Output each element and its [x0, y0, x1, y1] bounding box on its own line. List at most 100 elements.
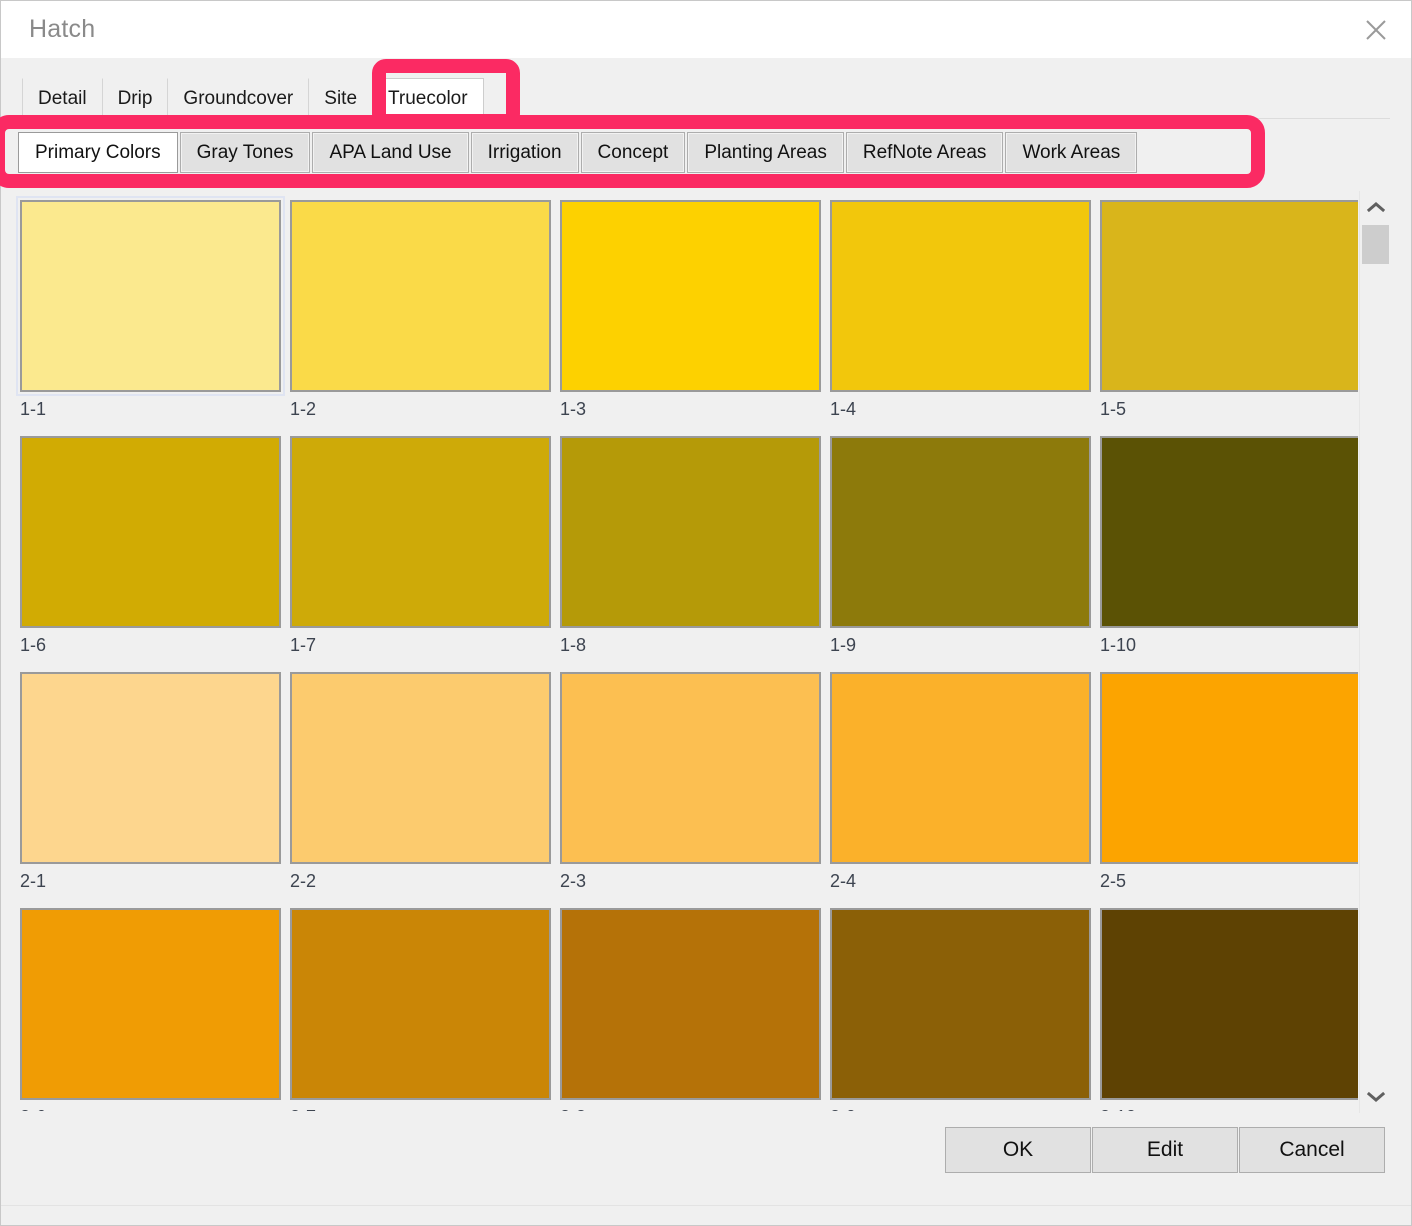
tab-groundcover-label: Groundcover: [183, 88, 294, 109]
color-swatch[interactable]: [1100, 200, 1358, 392]
color-swatch[interactable]: [830, 200, 1091, 392]
color-swatch-label: 2-6: [20, 1108, 290, 1111]
footer-button-group: OK Edit Cancel: [945, 1127, 1385, 1173]
color-swatch-cell[interactable]: 1-7: [290, 436, 560, 672]
sub-tab-gray-tones-label: Gray Tones: [196, 141, 294, 163]
color-swatch-cell[interactable]: 1-10: [1100, 436, 1358, 672]
footer-divider: [1, 1205, 1411, 1206]
color-swatch-cell[interactable]: 1-5: [1100, 200, 1358, 436]
color-swatch-label: 1-5: [1100, 399, 1127, 419]
color-swatch-cell[interactable]: 2-1: [20, 672, 290, 908]
color-swatch-label: 1-2: [290, 399, 317, 419]
color-swatch-label: 1-8: [560, 635, 587, 655]
color-swatch[interactable]: [20, 908, 281, 1100]
color-swatch[interactable]: [20, 436, 281, 628]
tab-truecolor-label: Truecolor: [388, 87, 468, 109]
color-swatch-label: 2-5: [1100, 871, 1127, 891]
color-swatch[interactable]: [560, 908, 821, 1100]
color-swatch-cell[interactable]: 2-6: [20, 908, 290, 1111]
hatch-dialog: Hatch Detail Drip Groundcover Site Truec…: [0, 0, 1412, 1226]
color-swatch[interactable]: [830, 436, 1091, 628]
sub-tab-planting-areas[interactable]: Planting Areas: [687, 132, 844, 173]
color-swatch-grid: 1-1 1-2 1-3 1-4 1-5 1-6 1-7 1-8 1-9 1-10 2-1 2-2 2-3…: [16, 196, 1358, 1111]
close-icon[interactable]: [1341, 1, 1411, 58]
sub-tab-work-areas[interactable]: Work Areas: [1005, 132, 1138, 173]
color-swatch[interactable]: [290, 200, 551, 392]
ok-button-label: OK: [1002, 1138, 1034, 1161]
color-swatch-cell[interactable]: 1-9: [830, 436, 1100, 672]
color-swatch-label: 1-7: [290, 635, 317, 655]
sub-tab-apa-land-use-label: APA Land Use: [329, 141, 452, 163]
color-swatch-label: 2-2: [290, 871, 317, 891]
color-swatch[interactable]: [830, 908, 1091, 1100]
color-swatch-cell[interactable]: 2-5: [1100, 672, 1358, 908]
sub-tab-gray-tones[interactable]: Gray Tones: [179, 132, 311, 173]
color-swatch-cell[interactable]: 1-2: [290, 200, 560, 436]
cancel-button-label: Cancel: [1279, 1138, 1345, 1161]
chevron-up-icon[interactable]: [1360, 191, 1391, 223]
sub-tab-work-areas-label: Work Areas: [1022, 141, 1121, 163]
tab-groundcover[interactable]: Groundcover: [167, 78, 310, 119]
color-swatch-cell[interactable]: 1-1: [16, 196, 290, 436]
color-swatch-label: 1-3: [560, 399, 587, 419]
color-swatch-label: 2-4: [830, 871, 857, 891]
tab-site[interactable]: Site: [308, 78, 374, 119]
color-swatch-cell[interactable]: 1-6: [20, 436, 290, 672]
dialog-footer: OK Edit Cancel: [1, 1115, 1411, 1225]
cancel-button[interactable]: Cancel: [1239, 1127, 1385, 1173]
vertical-scrollbar[interactable]: [1359, 191, 1390, 1113]
sub-tab-list: Primary Colors Gray Tones APA Land Use I…: [18, 132, 1138, 173]
scrollbar-thumb[interactable]: [1362, 225, 1389, 264]
main-tab-strip: Detail Drip Groundcover Site Truecolor: [1, 58, 1411, 119]
color-swatch[interactable]: [1100, 908, 1358, 1100]
sub-tab-concept-label: Concept: [597, 141, 669, 163]
color-swatch-cell[interactable]: 2-3: [560, 672, 830, 908]
sub-tab-irrigation[interactable]: Irrigation: [470, 132, 579, 173]
sub-tab-concept[interactable]: Concept: [580, 132, 686, 173]
edit-button[interactable]: Edit: [1092, 1127, 1238, 1173]
color-swatch[interactable]: [830, 672, 1091, 864]
color-swatch[interactable]: [290, 908, 551, 1100]
sub-tab-refnote-areas-label: RefNote Areas: [862, 141, 987, 163]
color-swatch[interactable]: [1100, 436, 1358, 628]
ok-button[interactable]: OK: [945, 1127, 1091, 1173]
title-bar: Hatch: [1, 1, 1411, 58]
color-swatch-cell[interactable]: 1-3: [560, 200, 830, 436]
tab-drip-label: Drip: [117, 88, 153, 109]
color-swatch-label: 1-1: [20, 399, 47, 419]
tab-drip[interactable]: Drip: [101, 78, 169, 119]
window-title: Hatch: [29, 15, 96, 43]
color-swatch[interactable]: [1100, 672, 1358, 864]
color-swatch[interactable]: [20, 672, 281, 864]
tab-truecolor[interactable]: Truecolor: [372, 78, 484, 119]
color-swatch-cell[interactable]: 2-4: [830, 672, 1100, 908]
chevron-down-icon[interactable]: [1360, 1081, 1391, 1113]
color-swatch-cell[interactable]: 2-9: [830, 908, 1100, 1111]
sub-tab-primary-colors[interactable]: Primary Colors: [18, 132, 178, 173]
sub-tab-primary-colors-label: Primary Colors: [35, 141, 161, 163]
color-swatch-cell[interactable]: 2-10: [1100, 908, 1358, 1111]
color-swatch-cell[interactable]: 2-8: [560, 908, 830, 1111]
color-swatch[interactable]: [16, 196, 285, 396]
sub-tab-apa-land-use[interactable]: APA Land Use: [312, 132, 469, 173]
color-swatch[interactable]: [560, 436, 821, 628]
color-swatch-label: 1-6: [20, 635, 47, 655]
color-swatch-label: 2-9: [830, 1108, 1100, 1111]
color-swatch-panel: 1-1 1-2 1-3 1-4 1-5 1-6 1-7 1-8 1-9 1-10 2-1 2-2 2-3…: [2, 191, 1358, 1111]
tab-detail-label: Detail: [38, 88, 87, 109]
tab-detail[interactable]: Detail: [22, 78, 103, 119]
color-swatch[interactable]: [290, 672, 551, 864]
color-swatch-cell[interactable]: 2-7: [290, 908, 560, 1111]
color-swatch[interactable]: [560, 672, 821, 864]
color-swatch[interactable]: [290, 436, 551, 628]
sub-tab-planting-areas-label: Planting Areas: [704, 141, 827, 163]
color-swatch-cell[interactable]: 1-4: [830, 200, 1100, 436]
color-swatch-label: 1-10: [1100, 635, 1137, 655]
scrollbar-track[interactable]: [1360, 223, 1391, 1081]
sub-tab-refnote-areas[interactable]: RefNote Areas: [845, 132, 1004, 173]
color-swatch-cell[interactable]: 2-2: [290, 672, 560, 908]
color-swatch[interactable]: [560, 200, 821, 392]
tab-strip-separator: [22, 118, 1390, 119]
color-swatch-cell[interactable]: 1-8: [560, 436, 830, 672]
sub-tab-irrigation-label: Irrigation: [487, 141, 562, 163]
